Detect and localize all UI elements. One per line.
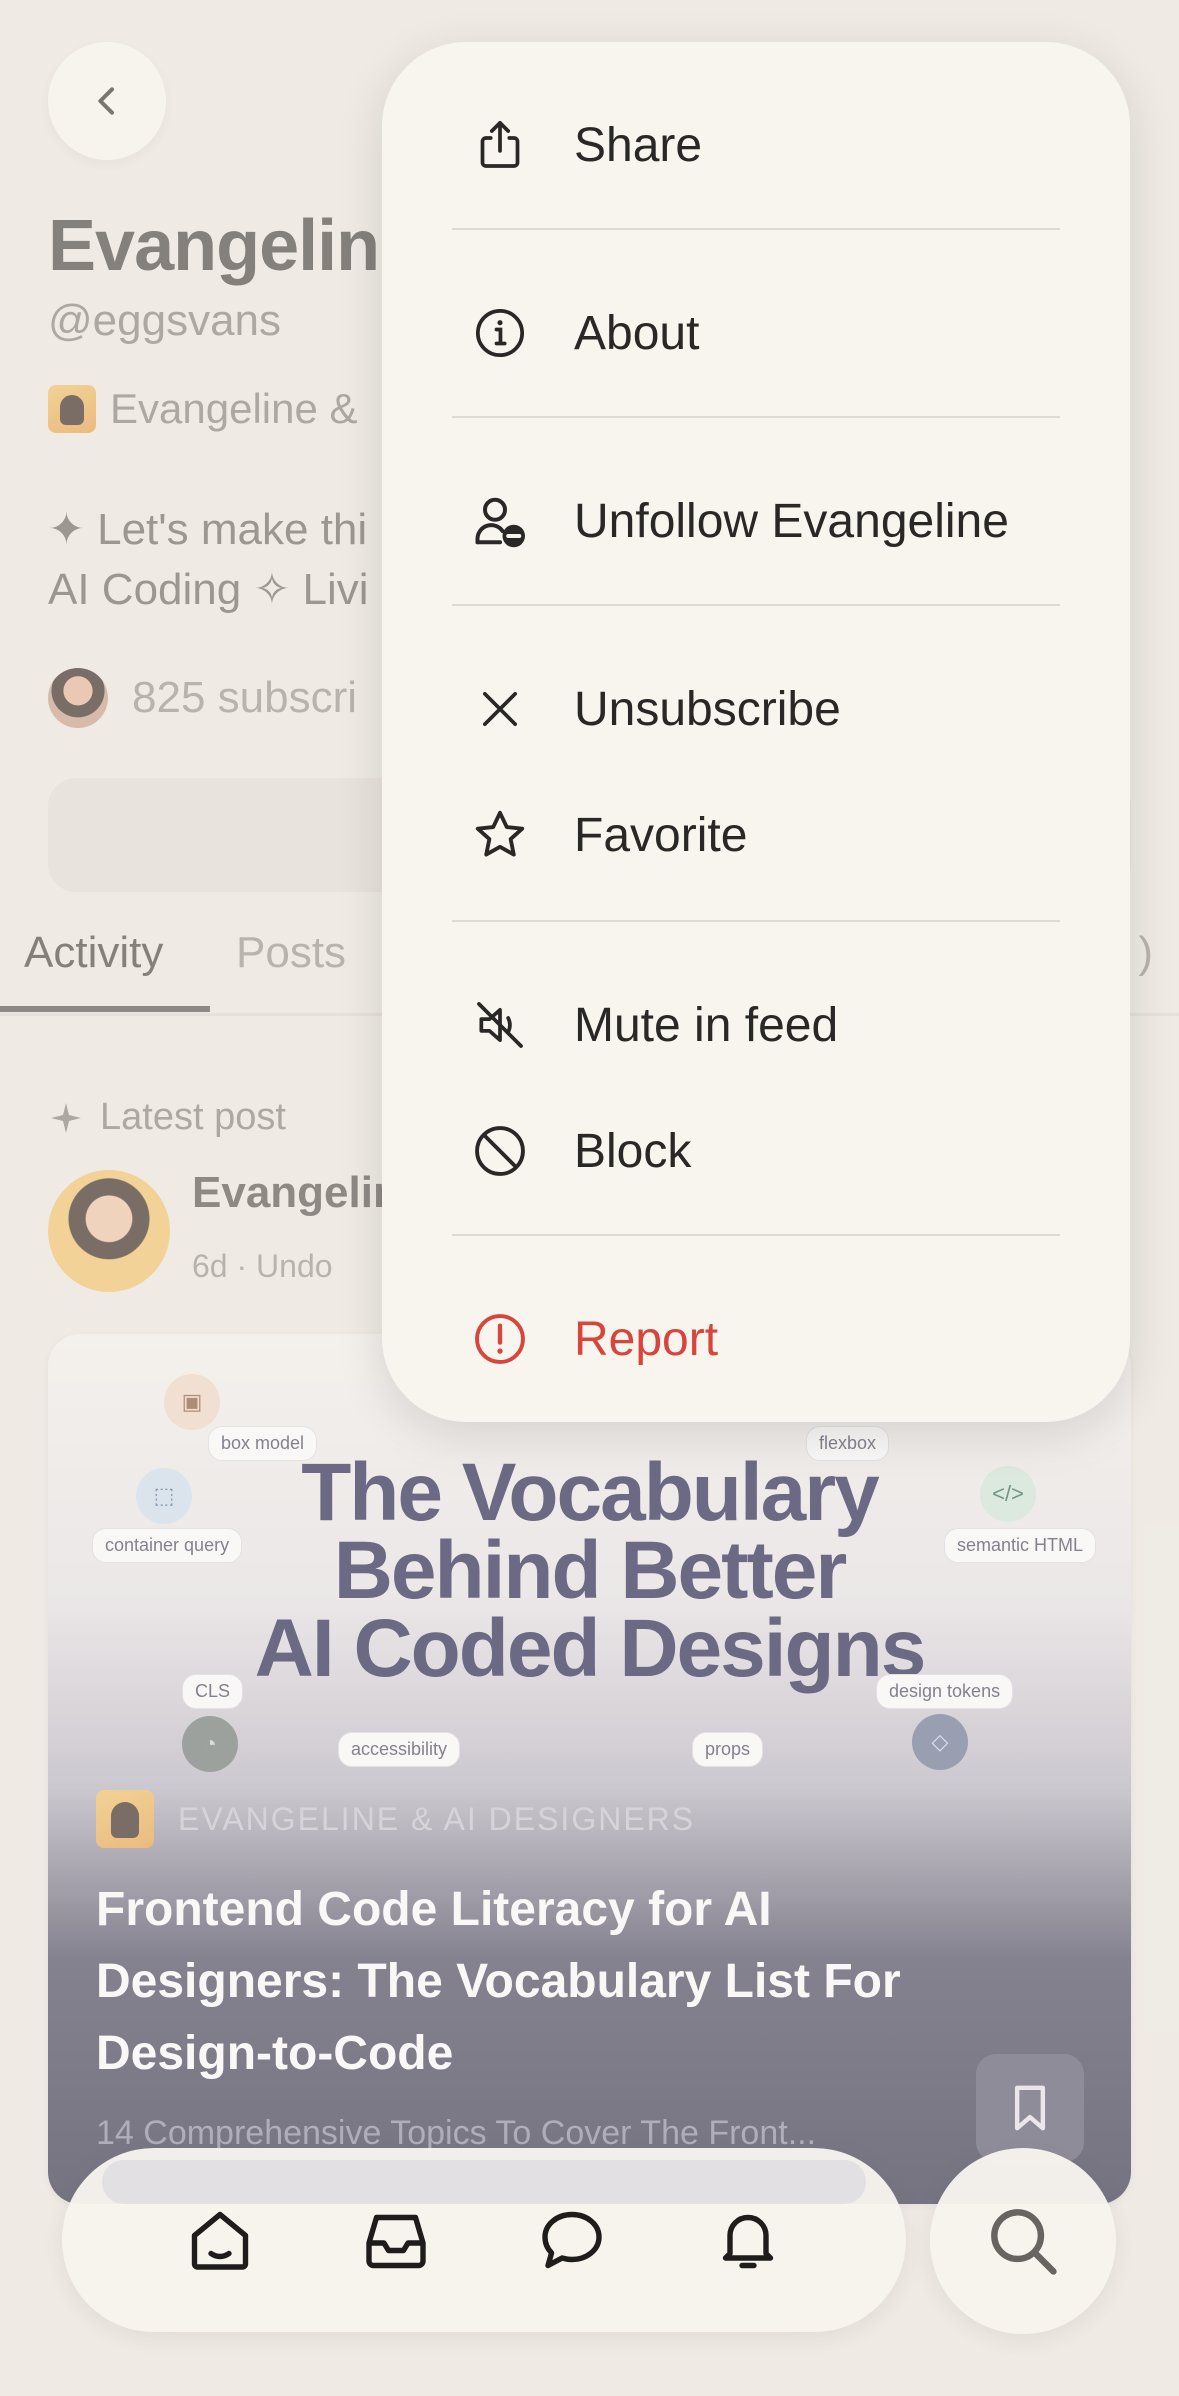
nav-chat[interactable] xyxy=(532,2200,612,2280)
menu-label: Favorite xyxy=(574,808,748,862)
menu-item-block[interactable]: Block xyxy=(382,1096,1130,1206)
nav-notifications[interactable] xyxy=(708,2200,788,2280)
menu-label: Share xyxy=(574,118,703,172)
menu-divider xyxy=(452,604,1060,606)
menu-label: Unsubscribe xyxy=(574,682,841,736)
nav-inbox[interactable] xyxy=(356,2200,436,2280)
menu-item-report[interactable]: Report xyxy=(382,1284,1130,1394)
nav-home[interactable] xyxy=(180,2200,260,2280)
muted-speaker-icon xyxy=(470,995,530,1055)
alert-icon xyxy=(470,1309,530,1369)
profile-options-menu: Share About Unfollow Evangeline Unsubscr… xyxy=(382,42,1130,1422)
menu-item-about[interactable]: About xyxy=(382,278,1130,388)
home-icon xyxy=(191,2211,249,2270)
star-icon xyxy=(470,805,530,865)
menu-label: About xyxy=(574,306,700,360)
menu-item-favorite[interactable]: Favorite xyxy=(382,780,1130,890)
menu-label: Block xyxy=(574,1124,692,1178)
menu-label: Unfollow Evangeline xyxy=(574,494,1009,548)
menu-divider xyxy=(452,228,1060,230)
user-minus-icon xyxy=(470,491,530,551)
menu-label: Report xyxy=(574,1312,719,1366)
menu-divider xyxy=(452,416,1060,418)
menu-label: Mute in feed xyxy=(574,998,839,1052)
info-icon xyxy=(470,303,530,363)
menu-item-unfollow[interactable]: Unfollow Evangeline xyxy=(382,466,1130,576)
block-icon xyxy=(470,1121,530,1181)
share-icon xyxy=(470,115,530,175)
menu-divider xyxy=(452,920,1060,922)
inbox-icon xyxy=(366,2214,426,2269)
bell-icon xyxy=(722,2214,774,2269)
close-icon xyxy=(470,679,530,739)
menu-item-unsubscribe[interactable]: Unsubscribe xyxy=(382,654,1130,764)
menu-item-share[interactable]: Share xyxy=(382,90,1130,200)
menu-item-mute[interactable]: Mute in feed xyxy=(382,970,1130,1080)
menu-divider xyxy=(452,1234,1060,1236)
chat-icon xyxy=(542,2211,602,2269)
